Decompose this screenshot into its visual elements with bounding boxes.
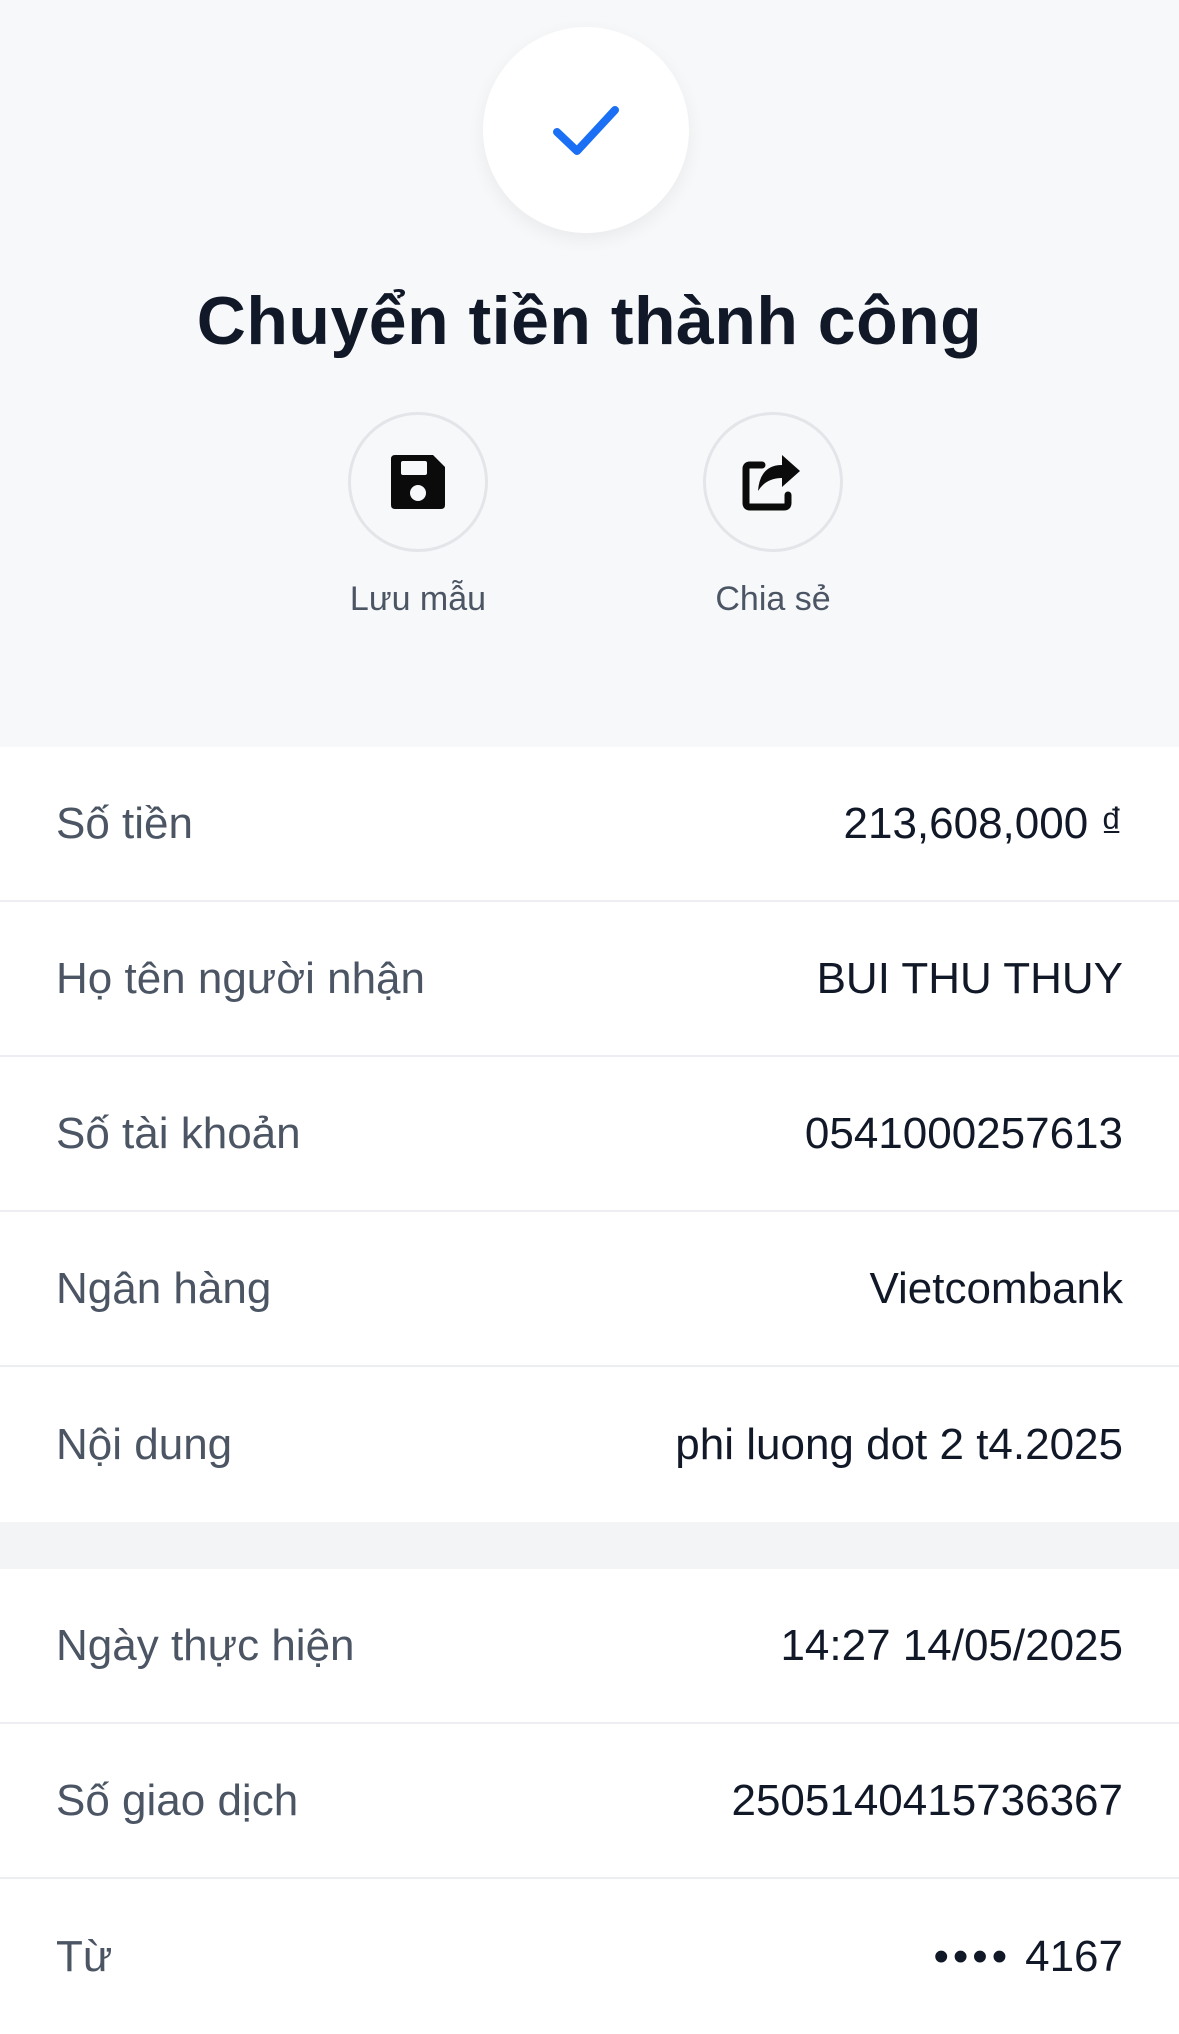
section-divider [0,1522,1179,1569]
save-button-circle[interactable] [348,412,488,552]
share-label: Chia sẻ [715,580,831,618]
amount-value: 213,608,000 ₫ [843,798,1124,848]
save-template-label: Lưu mẫu [349,580,487,618]
page-title: Chuyển tiền thành công [196,283,983,359]
save-icon [391,455,445,509]
detail-row-source-account: Từ •••• 4167 [0,1879,1179,2034]
bank-value: Vietcombank [869,1263,1123,1313]
share-icon [742,455,800,511]
save-template-button[interactable]: Lưu mẫu [318,412,518,619]
detail-row-recipient: Họ tên người nhận BUI THU THUY [0,902,1179,1057]
transaction-id-value: 2505140415736367 [731,1775,1123,1825]
source-account-last-digits: 4167 [1025,1931,1123,1981]
recipient-label: Họ tên người nhận [56,953,425,1003]
account-number-value: 0541000257613 [804,1108,1123,1158]
success-badge [483,27,689,233]
transfer-details: Số tiền 213,608,000 ₫ Họ tên người nhận … [0,747,1179,1522]
detail-row-account: Số tài khoản 0541000257613 [0,1057,1179,1212]
content-value: phi luong dot 2 t4.2025 [675,1419,1123,1469]
source-account-label: Từ [56,1931,113,1981]
masked-digits: •••• [933,1931,1012,1981]
transaction-details: Ngày thực hiện 14:27 14/05/2025 Số giao … [0,1569,1179,2034]
date-label: Ngày thực hiện [56,1620,355,1670]
check-icon [553,106,619,155]
content-label: Nội dung [56,1419,233,1469]
detail-row-amount: Số tiền 213,608,000 ₫ [0,747,1179,902]
share-button-circle[interactable] [703,412,843,552]
date-value: 14:27 14/05/2025 [780,1620,1123,1670]
recipient-value: BUI THU THUY [816,953,1123,1003]
detail-row-transaction-id: Số giao dịch 2505140415736367 [0,1724,1179,1879]
share-button[interactable]: Chia sẻ [673,412,873,619]
source-account-value: •••• 4167 [933,1932,1123,1982]
success-header: Chuyển tiền thành công Lưu mẫu Chia sẻ [0,0,1179,747]
detail-row-content: Nội dung phi luong dot 2 t4.2025 [0,1367,1179,1522]
amount-label: Số tiền [56,798,193,848]
detail-row-bank: Ngân hàng Vietcombank [0,1212,1179,1367]
bank-label: Ngân hàng [56,1263,272,1313]
detail-row-date: Ngày thực hiện 14:27 14/05/2025 [0,1569,1179,1724]
account-number-label: Số tài khoản [56,1108,301,1158]
transaction-id-label: Số giao dịch [56,1775,299,1825]
